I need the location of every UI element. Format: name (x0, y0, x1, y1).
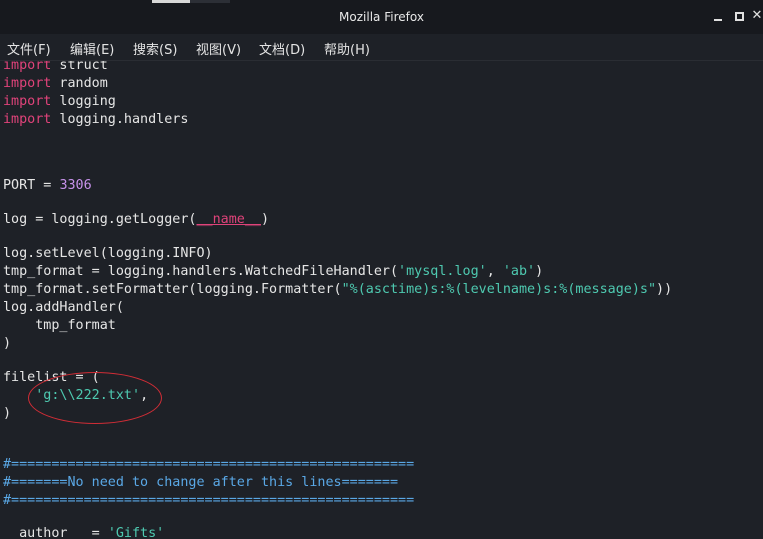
string-literal: 'mysql.log' (398, 264, 487, 279)
window-titlebar: Mozilla Firefox ✕ (0, 0, 763, 34)
code-line: log.addHandler( (3, 300, 124, 315)
code-text: logging (51, 94, 116, 109)
number-literal: 3306 (59, 178, 92, 193)
code-line: log.setLevel(logging.INFO) (3, 246, 213, 261)
string-literal: 'ab' (502, 264, 536, 279)
code-text: )) (656, 282, 673, 297)
keyword: import (3, 76, 52, 91)
code-line: tmp_format.setFormatter(logging.Formatte… (3, 281, 672, 299)
code-text: PORT = (3, 178, 60, 193)
menu-file[interactable]: 文件(F) (7, 39, 51, 58)
code-line: author = 'Gifts' (3, 525, 164, 539)
menu-help[interactable]: 帮助(H) (324, 39, 370, 58)
dunder-name: __name__ (196, 212, 261, 227)
code-line: ) (3, 336, 12, 351)
comment-line: #=======================================… (3, 493, 415, 508)
code-editor[interactable]: import struct import random import loggi… (0, 61, 763, 539)
code-line: PORT = 3306 (3, 177, 92, 195)
code-text: struct (51, 61, 108, 73)
keyword: import (3, 112, 52, 127)
code-line: log = logging.getLogger(__name__) (3, 211, 269, 229)
code-line: import struct (3, 61, 108, 75)
red-circle-annotation (28, 372, 162, 424)
code-text: author = (3, 526, 108, 539)
keyword: import (3, 94, 52, 109)
menu-bar: 文件(F) 编辑(E) 搜索(S) 视图(V) 文档(D) 帮助(H) (0, 34, 763, 60)
code-line: import logging (3, 93, 116, 111)
menu-search[interactable]: 搜索(S) (133, 39, 177, 58)
comment-line: #=======================================… (3, 457, 415, 472)
tab-indicator[interactable] (152, 0, 190, 3)
code-line: import logging.handlers (3, 111, 188, 129)
code-text: , (486, 264, 503, 279)
window-title: Mozilla Firefox (339, 10, 424, 24)
string-literal: "%(asctime)s:%(levelname)s:%(message)s" (341, 282, 657, 297)
comment-line: #=======No need to change after this lin… (3, 475, 399, 490)
code-line: tmp_format = logging.handlers.WatchedFil… (3, 263, 543, 281)
tab-indicator-inactive[interactable] (190, 0, 230, 3)
menu-document[interactable]: 文档(D) (259, 39, 305, 58)
code-text: tmp_format.setFormatter(logging.Formatte… (3, 282, 342, 297)
code-line: ) (3, 406, 12, 421)
code-text: ) (535, 264, 544, 279)
close-icon[interactable]: ✕ (750, 9, 763, 23)
code-text: log = logging.getLogger( (3, 212, 197, 227)
code-line: tmp_format (3, 318, 116, 333)
menu-edit[interactable]: 编辑(E) (70, 39, 114, 58)
code-text: logging.handlers (51, 112, 189, 127)
code-line: import random (3, 75, 108, 93)
code-text: tmp_format = logging.handlers.WatchedFil… (3, 264, 399, 279)
maximize-icon[interactable] (733, 9, 747, 23)
code-text: ) (260, 212, 270, 227)
string-literal: 'Gifts' (107, 526, 165, 539)
menu-view[interactable]: 视图(V) (196, 39, 241, 58)
minimize-icon[interactable] (712, 9, 726, 23)
keyword: import (3, 61, 52, 73)
code-text: random (51, 76, 108, 91)
